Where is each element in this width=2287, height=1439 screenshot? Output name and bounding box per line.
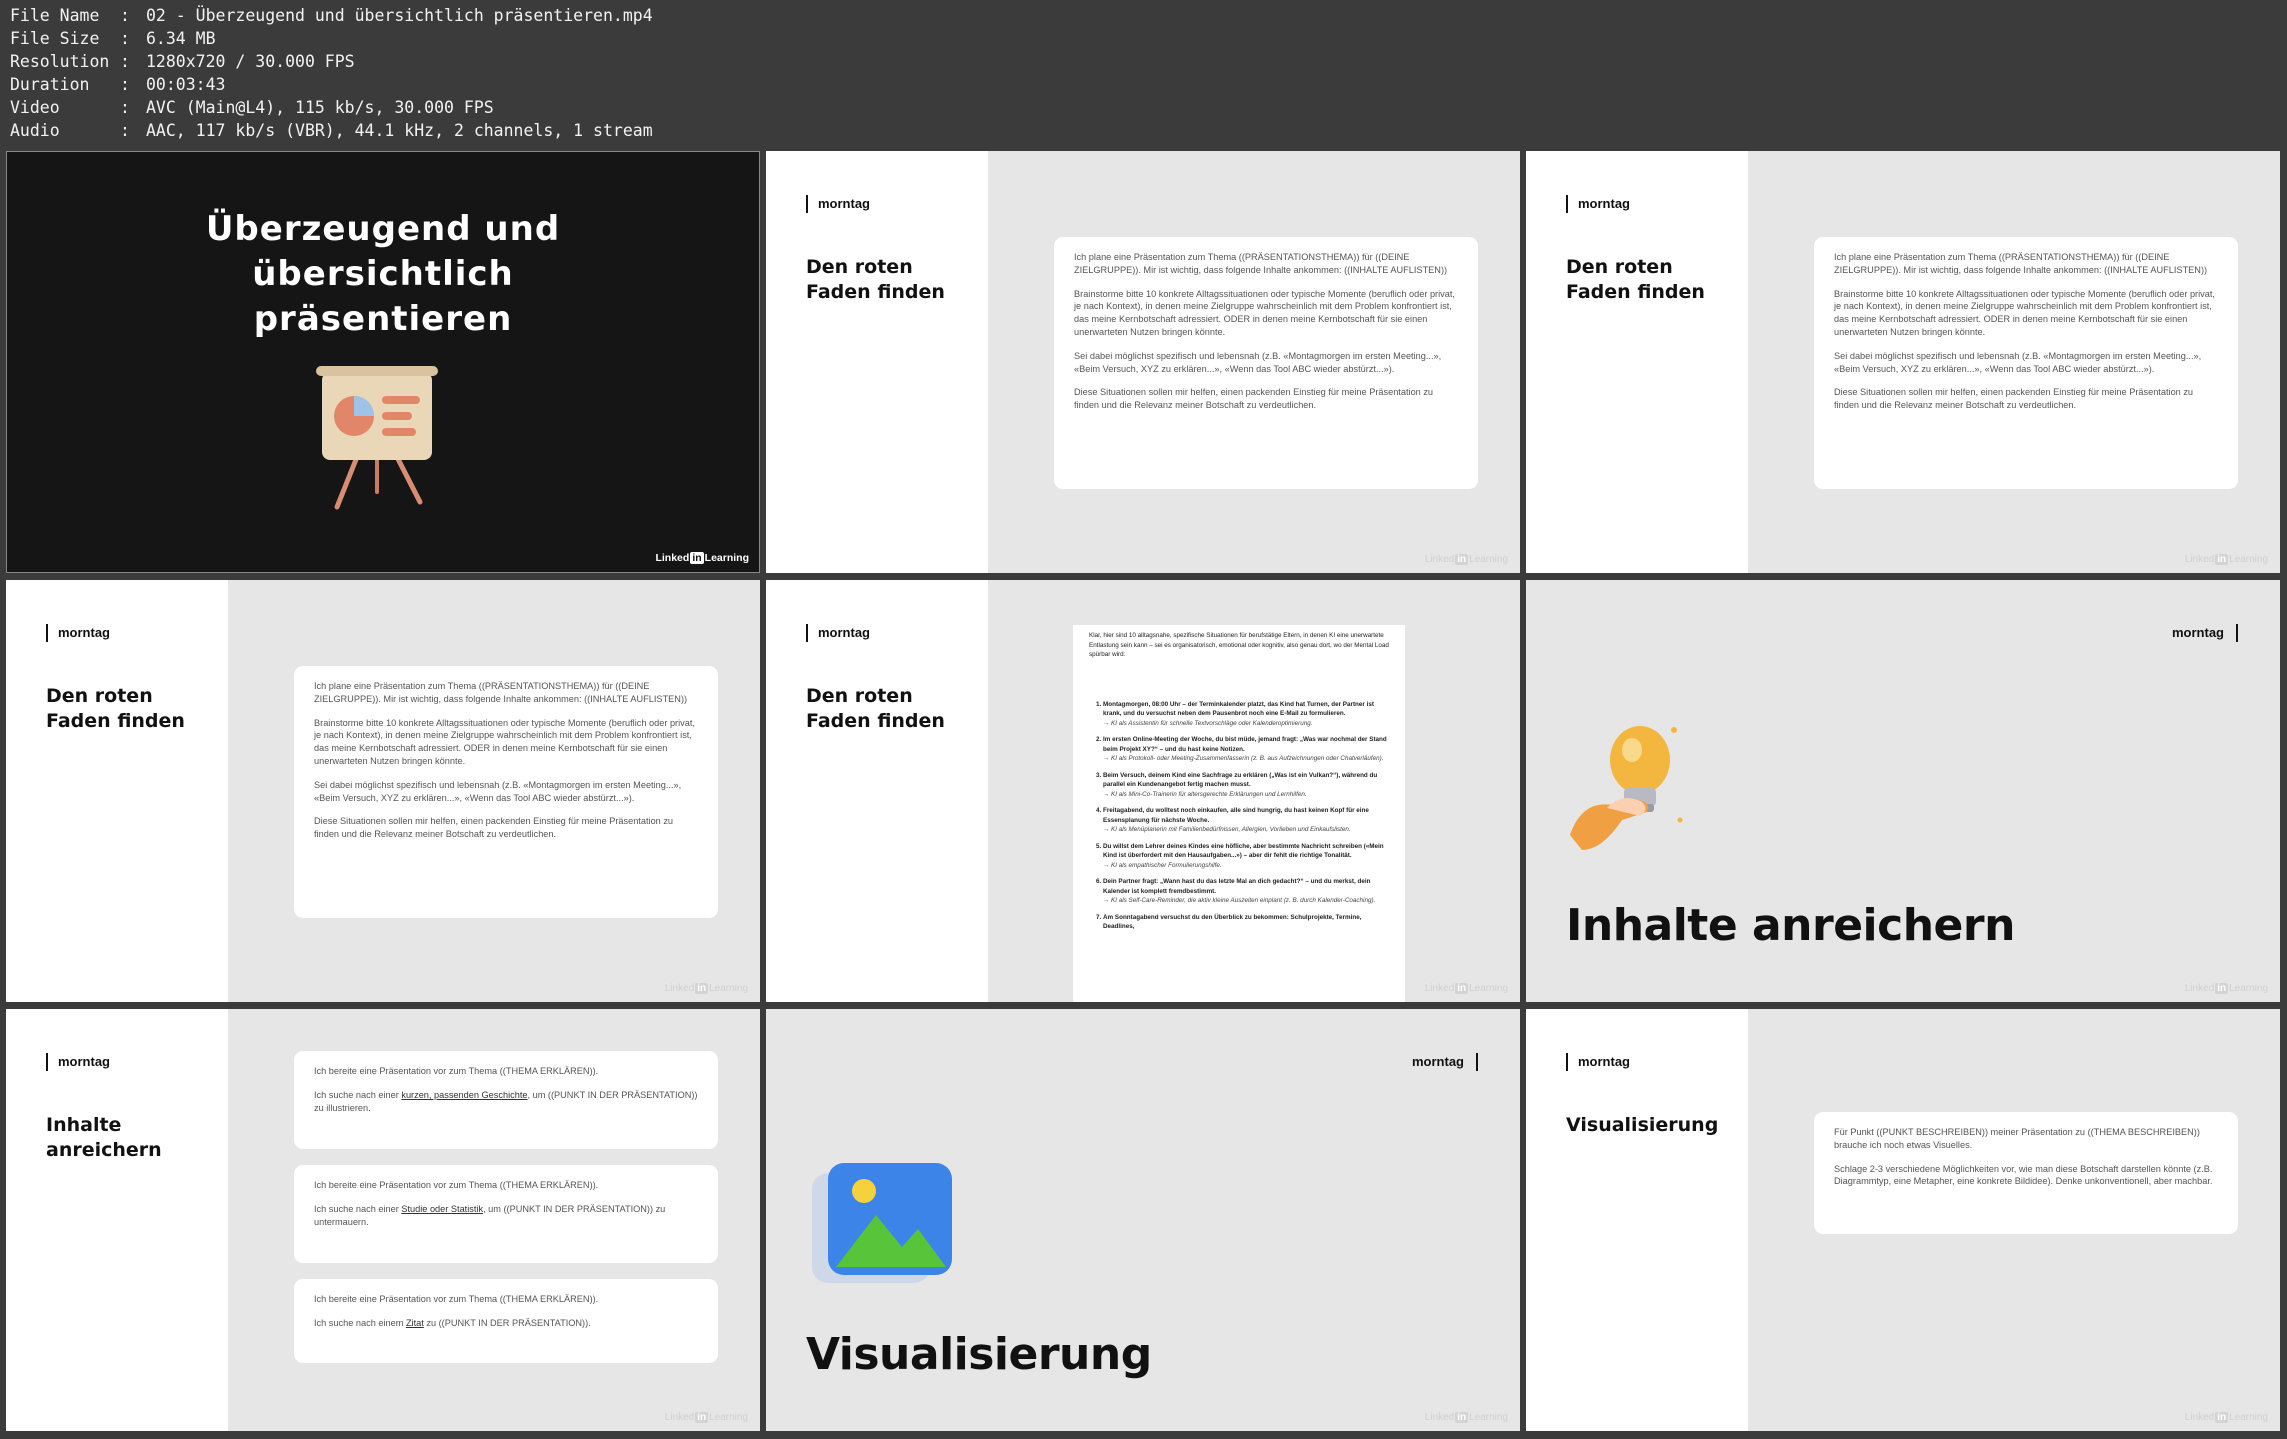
course-title: Überzeugend und übersichtlich präsentier…	[205, 209, 561, 339]
slide-title: Visualisierung	[1566, 1114, 1719, 1136]
frame-faden-prompt-3[interactable]: morntag Den roten Faden finden Ich plane…	[6, 580, 760, 1002]
linkedin-learning-watermark: Linked in Learning	[2184, 554, 2268, 565]
prompt-card-geschichte: Ich bereite eine Präsentation vor zum Th…	[294, 1051, 718, 1149]
meta-row-file-name: File Name:02 - Überzeugend und übersicht…	[10, 6, 653, 25]
brand-label: morntag	[46, 624, 110, 642]
slide-left-panel	[1526, 1009, 1748, 1431]
list-item: Freitagabend, du wolltest noch einkaufen…	[1103, 806, 1389, 835]
thumbnail-grid: Überzeugend und übersichtlich präsentier…	[6, 151, 2287, 1439]
linkedin-learning-watermark: Linked in Learning	[1424, 983, 1508, 994]
prompt-card-zitat: Ich bereite eine Präsentation vor zum Th…	[294, 1279, 718, 1363]
prompt-card: Für Punkt ((PUNKT BESCHREIBEN)) meiner P…	[1814, 1112, 2238, 1234]
brand-label: morntag	[1412, 1053, 1478, 1071]
list-item: Montagmorgen, 08:00 Uhr – der Terminkale…	[1103, 700, 1389, 729]
slide-left-panel	[766, 151, 988, 573]
slide-left-panel	[1526, 151, 1748, 573]
frame-visual-prompt[interactable]: morntag Visualisierung Für Punkt ((PUNKT…	[1526, 1009, 2280, 1431]
image-gallery-icon	[812, 1163, 952, 1283]
brand-label: morntag	[806, 624, 870, 642]
answer-list: Montagmorgen, 08:00 Uhr – der Terminkale…	[1089, 700, 1389, 932]
linkedin-learning-watermark: Linked in Learning	[2184, 1412, 2268, 1423]
slide-left-panel	[6, 1009, 228, 1431]
prompt-card-studie: Ich bereite eine Präsentation vor zum Th…	[294, 1165, 718, 1263]
linkedin-learning-watermark: Linked in Learning	[664, 1412, 748, 1423]
slide-title: Den roten Faden finden	[806, 685, 945, 732]
presentation-board-icon	[316, 366, 438, 510]
slide-title: Inhalte anreichern	[46, 1114, 162, 1161]
list-item: Beim Versuch, deinem Kind eine Sachfrage…	[1103, 771, 1389, 800]
linkedin-learning-watermark: Linked in Learning	[1424, 554, 1508, 565]
slide-title: Den roten Faden finden	[806, 256, 945, 303]
linkedin-learning-watermark: Linked in Learning	[2184, 983, 2268, 994]
meta-row-video: Video: AVC (Main@L4), 115 kb/s, 30.000 FP…	[10, 98, 494, 117]
slide-title: Den roten Faden finden	[46, 685, 185, 732]
prompt-card: Ich plane eine Präsentation zum Thema ((…	[1814, 237, 2238, 489]
slide-left-panel	[6, 580, 228, 1002]
meta-row-duration: Duration:00:03:43	[10, 75, 226, 94]
frame-section-visualisierung[interactable]: morntag Visualisierung Linked in Learning	[766, 1009, 1520, 1431]
slide-title: Den roten Faden finden	[1566, 256, 1705, 303]
frame-faden-prompt-1[interactable]: morntag Den roten Faden finden Ich plane…	[766, 151, 1520, 573]
brand-label: morntag	[1566, 195, 1630, 213]
list-item: Im ersten Online-Meeting der Woche, du b…	[1103, 735, 1389, 764]
meta-row-audio: Audio: AAC, 117 kb/s (VBR), 44.1 kHz, 2 c…	[10, 121, 653, 140]
frame-faden-prompt-2[interactable]: morntag Den roten Faden finden Ich plane…	[1526, 151, 2280, 573]
brand-label: morntag	[1566, 1053, 1630, 1071]
prompt-card: Ich plane eine Präsentation zum Thema ((…	[1054, 237, 1478, 489]
lightbulb-hand-icon	[1570, 726, 1683, 850]
section-title: Visualisierung	[806, 1329, 1152, 1380]
list-item: Dein Partner fragt: „Wann hast du das le…	[1103, 877, 1389, 906]
brand-label: morntag	[46, 1053, 110, 1071]
frame-section-inhalte[interactable]: morntag Inhalte anreichern Linked in Learn…	[1526, 580, 2280, 1002]
frame-title-slide[interactable]: Überzeugend und übersichtlich präsentier…	[6, 151, 760, 573]
meta-row-resolution: Resolution:1280x720 / 30.000 FPS	[10, 52, 355, 71]
frame-inhalte-prompts[interactable]: morntag Inhalte anreichern Ich bereite e…	[6, 1009, 760, 1431]
list-item: Am Sonntagabend versuchst du den Überbli…	[1103, 913, 1389, 932]
list-item: Du willst dem Lehrer deines Kindes eine …	[1103, 842, 1389, 871]
prompt-card: Ich plane eine Präsentation zum Thema ((…	[294, 666, 718, 918]
linkedin-learning-logo: Linked in Learning	[655, 552, 749, 564]
brand-label: morntag	[2172, 624, 2238, 642]
slide-left-panel	[766, 580, 988, 1002]
brand-label: morntag	[806, 195, 870, 213]
answer-intro: Klar, hier sind 10 alltagsnahe, spezifis…	[1089, 632, 1389, 658]
ai-answer-document: Klar, hier sind 10 alltagsnahe, spezifis…	[1073, 625, 1405, 1002]
meta-row-file-size: File Size:6.34 MB	[10, 29, 216, 48]
section-title: Inhalte anreichern	[1566, 900, 2015, 951]
file-info-header: File Name:02 - Überzeugend und übersicht…	[0, 0, 2287, 150]
linkedin-learning-watermark: Linked in Learning	[1424, 1412, 1508, 1423]
frame-ai-answer[interactable]: morntag Den roten Faden finden Klar, hie…	[766, 580, 1520, 1002]
linkedin-learning-watermark: Linked in Learning	[664, 983, 748, 994]
